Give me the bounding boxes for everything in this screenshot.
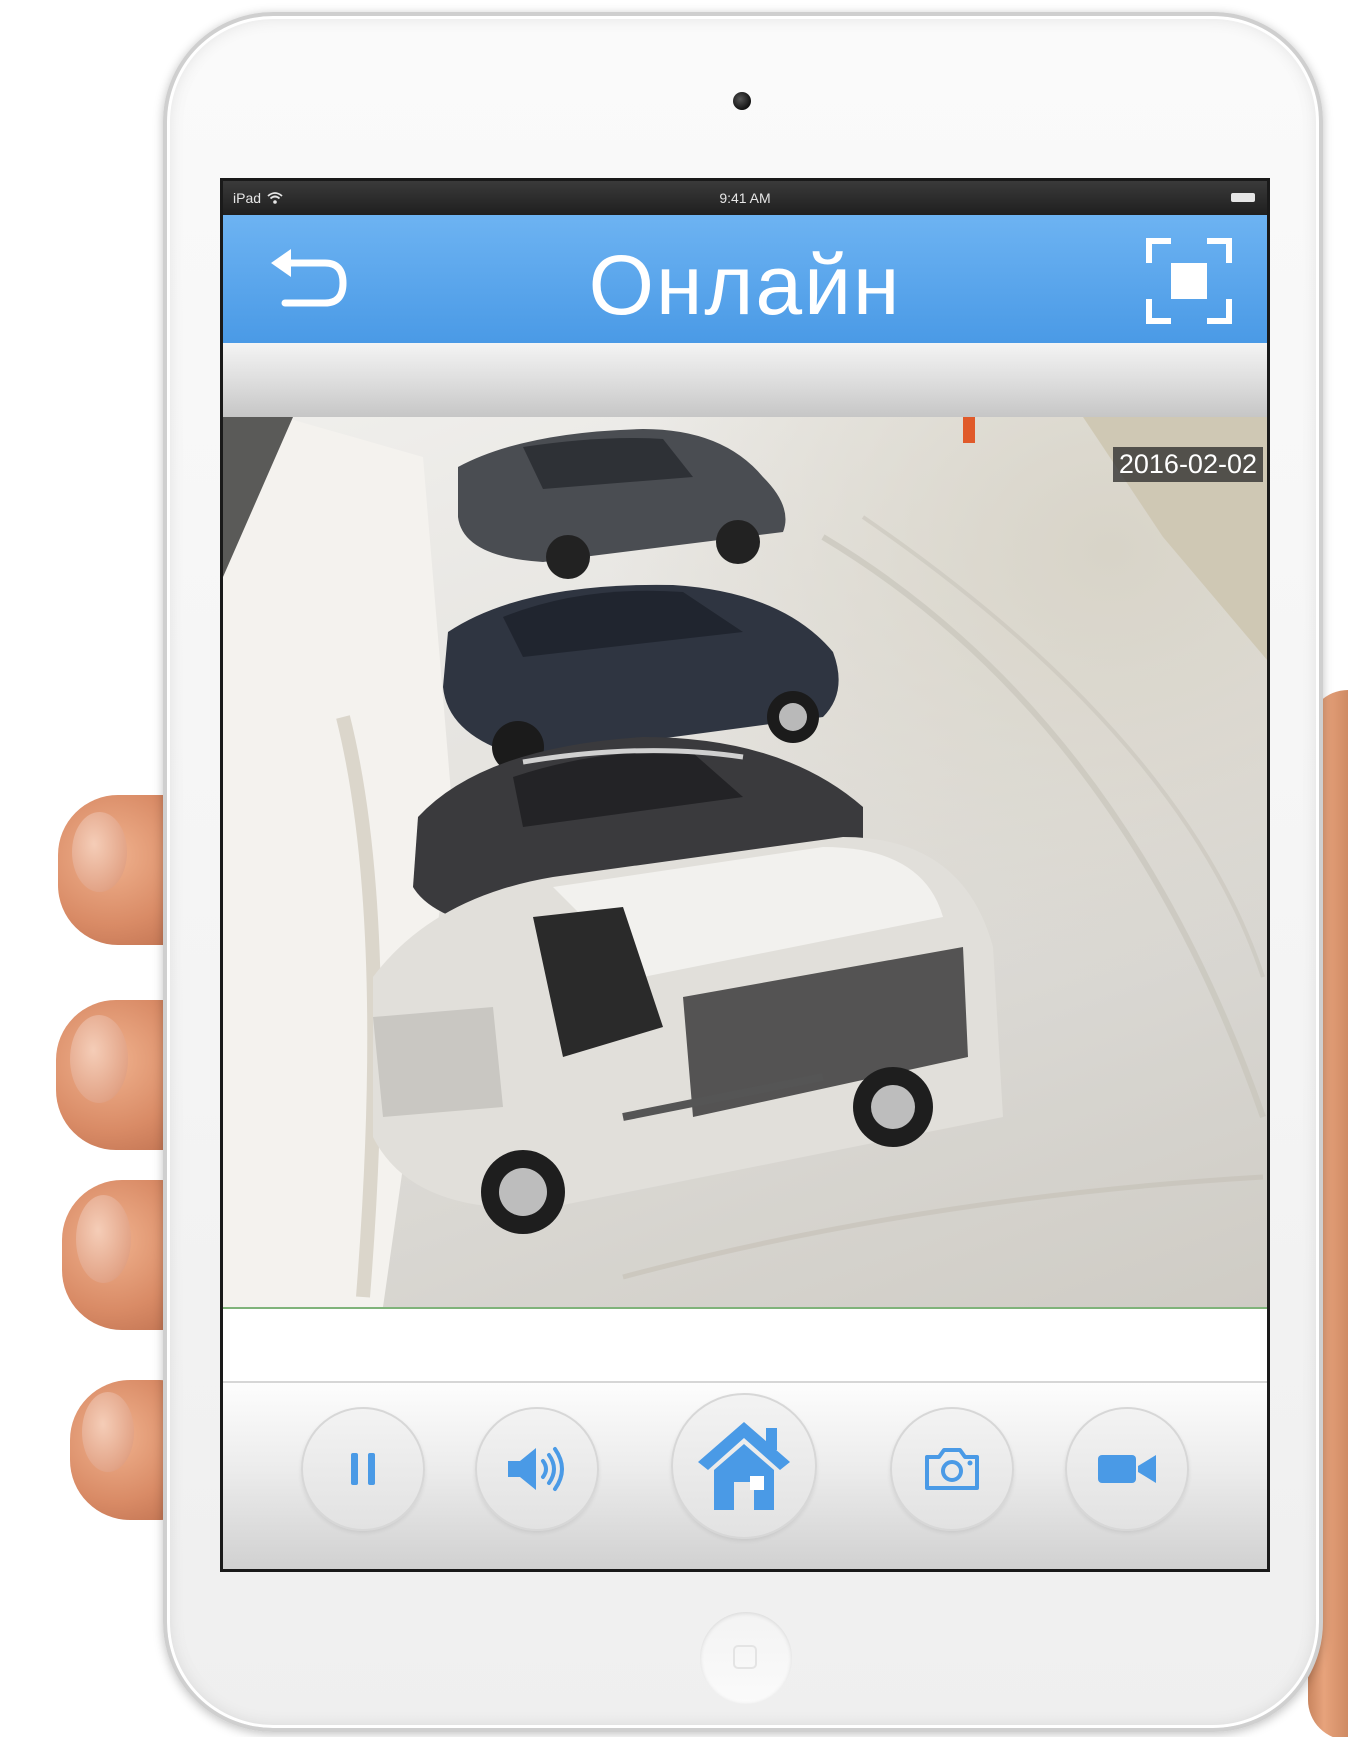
scene: iPad 9:41 AM Онлайн 2016-02-02 — [0, 0, 1348, 1737]
sound-button[interactable] — [475, 1407, 599, 1531]
sub-header-bar — [223, 343, 1267, 417]
battery-icon — [1231, 193, 1255, 202]
home-icon — [698, 1422, 790, 1510]
fullscreen-icon — [1146, 238, 1232, 324]
video-camera-icon — [1098, 1455, 1156, 1483]
info-strip — [223, 1309, 1267, 1383]
home-button[interactable] — [671, 1393, 817, 1539]
finger-nail — [82, 1392, 134, 1472]
control-toolbar — [223, 1383, 1267, 1569]
finger-nail — [72, 812, 127, 892]
pause-icon — [351, 1453, 375, 1485]
live-video-feed[interactable]: 2016-02-02 — [223, 417, 1267, 1309]
status-bar: iPad 9:41 AM — [223, 181, 1267, 215]
camera-icon — [925, 1448, 979, 1490]
fullscreen-button[interactable] — [1141, 233, 1237, 329]
nav-bar: Онлайн — [223, 215, 1267, 344]
hardware-home-button[interactable] — [700, 1612, 792, 1704]
finger-nail — [76, 1195, 131, 1283]
pause-button[interactable] — [301, 1407, 425, 1531]
status-time: 9:41 AM — [719, 190, 771, 206]
video-timestamp: 2016-02-02 — [1112, 447, 1263, 482]
parked-car — [458, 429, 786, 579]
front-camera — [733, 92, 751, 110]
page-title: Онлайн — [588, 238, 902, 332]
snapshot-button[interactable] — [890, 1407, 1014, 1531]
camera-scene-illustration — [223, 417, 1267, 1307]
app-screen: iPad 9:41 AM Онлайн 2016-02-02 — [220, 178, 1270, 1572]
record-button[interactable] — [1065, 1407, 1189, 1531]
speaker-icon — [508, 1447, 564, 1491]
finger-nail — [70, 1015, 128, 1103]
